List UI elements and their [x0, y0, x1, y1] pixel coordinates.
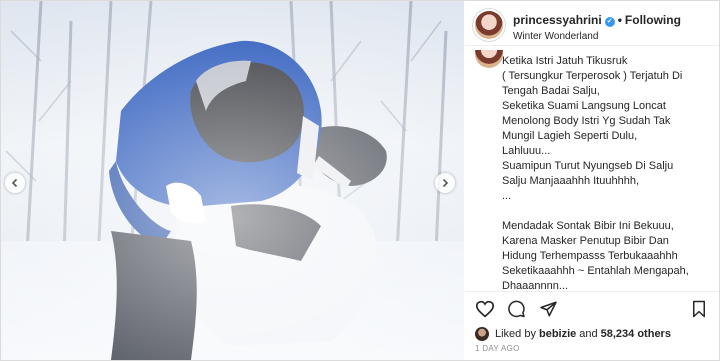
comment-icon[interactable] [507, 300, 526, 323]
caption-line: Ketika Istri Jatuh Tikusruk [502, 55, 628, 67]
caption-line: Hidung Terhempasss Terbukaaahhh [502, 250, 678, 262]
liked-by-prefix: Liked by [495, 328, 536, 340]
caption-line [502, 204, 714, 219]
caption-line: Tengah Badai Salju, [502, 85, 600, 97]
following-button[interactable]: Following [625, 13, 681, 27]
likes-summary: Liked by bebizie and 58,234 others [475, 327, 674, 341]
caption-text: Ketika Istri Jatuh Tikusruk ( Tersungkur … [502, 54, 714, 291]
caption-line: Dhaaannnn... [502, 280, 569, 291]
caption-line: Lahluuu... [502, 145, 551, 157]
chevron-left-icon [11, 178, 18, 188]
location-link[interactable]: Winter Wonderland [513, 31, 598, 42]
username-link[interactable]: princessyahrini [513, 13, 602, 27]
liked-by-user-link[interactable]: bebizie [539, 328, 576, 340]
chevron-right-icon [442, 178, 449, 188]
caption-line: Karena Masker Penutup Bibir Dan [502, 235, 669, 247]
post-photo[interactable] [1, 1, 464, 360]
caption-line: Mendadak Sontak Bibir Ini Bekuuu, [502, 220, 674, 232]
liked-by-and: and [579, 328, 598, 340]
post-timestamp[interactable]: 1 DAY AGO [475, 344, 520, 353]
bookmark-icon[interactable] [691, 300, 707, 323]
caption-line: ( Tersungkur Terperosok ) Terjatuh Di [502, 70, 683, 82]
caption-line: Salju Manjaaahhh Ituuhhhh, [502, 175, 639, 187]
caption-line: Mungil Lagieh Seperti Dulu, [502, 130, 638, 142]
separator-dot: • [617, 13, 622, 27]
caption-area[interactable]: Ketika Istri Jatuh Tikusruk ( Tersungkur … [465, 46, 719, 291]
liked-by-count-link[interactable]: 58,234 others [601, 328, 671, 340]
previous-image-button[interactable] [5, 173, 25, 193]
caption-line: Seketika Suami Langsung Loncat [502, 100, 666, 112]
instagram-post: princessyahrini ✓ • Following Winter Wonder… [0, 0, 720, 361]
caption-line: Seketikaaahhh ~ Entahlah Mengapah, [502, 265, 689, 277]
liker-avatar[interactable] [475, 327, 489, 341]
username-line: princessyahrini ✓ • Following [513, 13, 681, 27]
caption-line: Menolong Body Istri Yg Sudah Tak [502, 115, 671, 127]
post-actions: Liked by bebizie and 58,234 others 1 DAY… [465, 291, 719, 360]
next-image-button[interactable] [435, 173, 455, 193]
caption-avatar[interactable] [475, 50, 503, 68]
heart-icon[interactable] [475, 300, 495, 323]
profile-avatar[interactable] [475, 11, 503, 39]
caption-line: ... [502, 190, 512, 202]
post-details-panel: princessyahrini ✓ • Following Winter Wonder… [465, 1, 719, 360]
verified-badge-icon: ✓ [604, 17, 615, 27]
send-icon[interactable] [539, 300, 558, 323]
snow-scene-illustration [1, 1, 464, 360]
post-header: princessyahrini ✓ • Following Winter Wonder… [465, 1, 719, 46]
caption-line: Suamipun Turut Nyungseb Di Salju [502, 160, 674, 172]
